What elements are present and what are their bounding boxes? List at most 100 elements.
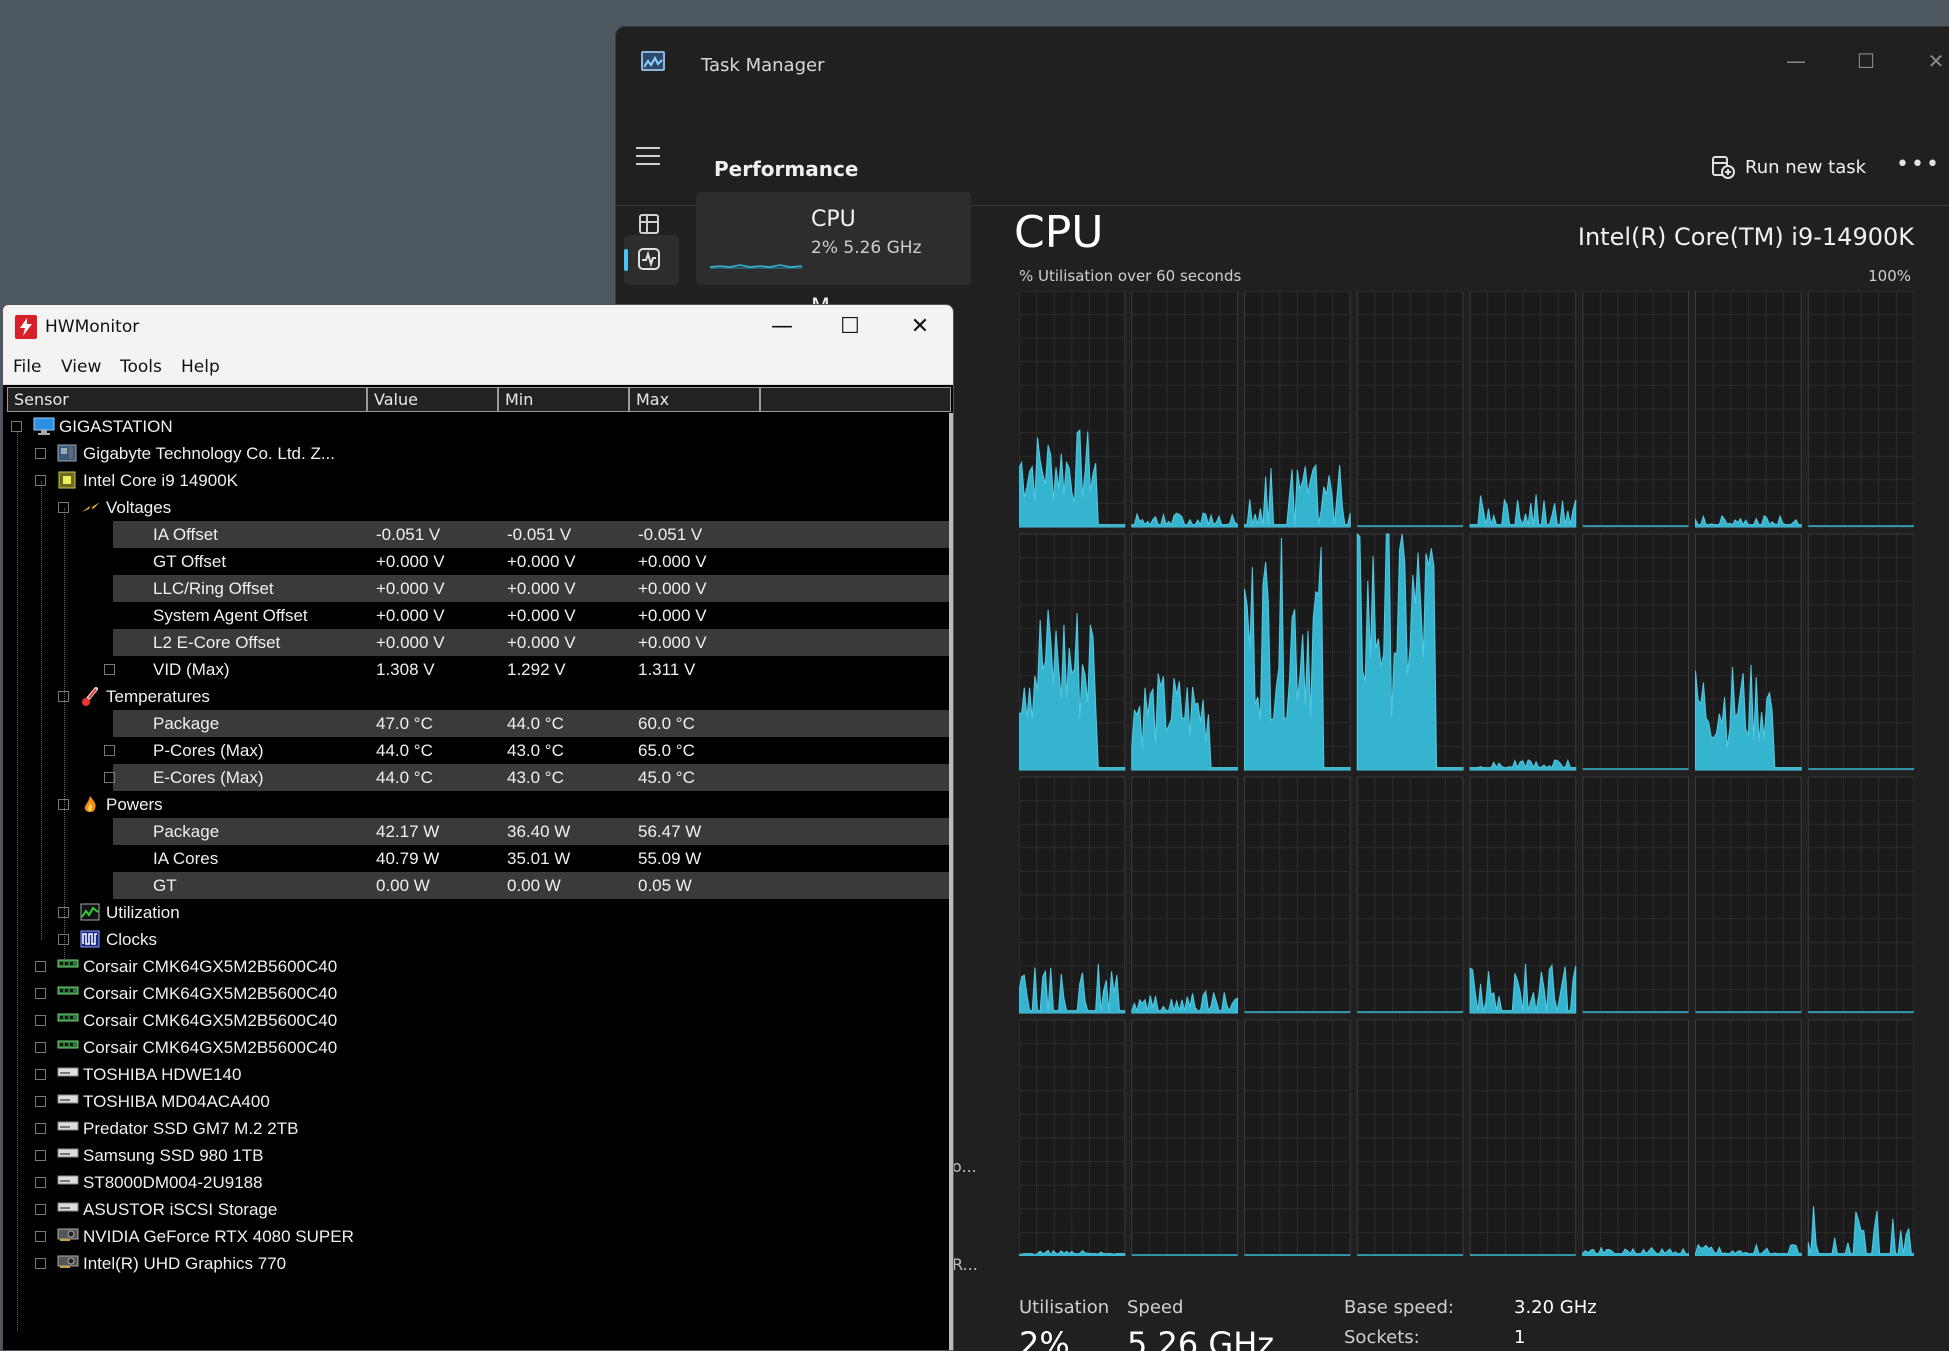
expand-toggle[interactable]: [35, 475, 46, 486]
expand-toggle[interactable]: [35, 1069, 46, 1080]
menu-tools[interactable]: Tools: [120, 357, 162, 377]
expand-toggle[interactable]: [58, 691, 69, 702]
tree-row[interactable]: Utilization: [3, 899, 953, 926]
clocks-icon: [80, 930, 100, 948]
run-new-task-button[interactable]: Run new task: [1711, 152, 1866, 182]
expand-toggle[interactable]: [58, 502, 69, 513]
hwmonitor-titlebar[interactable]: HWMonitor — ☐ ✕: [3, 305, 953, 349]
tree-row[interactable]: Temperatures: [3, 683, 953, 710]
sensor-label: ST8000DM004-2U9188: [83, 1173, 263, 1192]
hw-maximize-button[interactable]: ☐: [827, 309, 873, 345]
expand-toggle[interactable]: [35, 1042, 46, 1053]
tree-row[interactable]: GT 0.00 W 0.00 W 0.05 W: [113, 872, 953, 899]
column-min[interactable]: Min: [498, 387, 629, 412]
column-headers: Sensor Value Min Max: [7, 385, 953, 413]
tree-row[interactable]: VID (Max) 1.308 V 1.292 V 1.311 V: [3, 656, 953, 683]
column-value[interactable]: Value: [367, 387, 498, 412]
expand-toggle[interactable]: [35, 1015, 46, 1026]
expand-toggle[interactable]: [58, 799, 69, 810]
tree-row[interactable]: Corsair CMK64GX5M2B5600C40: [3, 953, 953, 980]
expand-toggle[interactable]: [35, 1123, 46, 1134]
sensor-label: LLC/Ring Offset: [153, 579, 274, 598]
sensor-max: 55.09 W: [638, 849, 702, 868]
processes-icon[interactable]: [638, 213, 662, 237]
column-max[interactable]: Max: [629, 387, 760, 412]
cpu-tile[interactable]: CPU 2% 5.26 GHz: [696, 192, 971, 285]
expand-toggle[interactable]: [58, 907, 69, 918]
tree-row[interactable]: Package 42.17 W 36.40 W 56.47 W: [113, 818, 953, 845]
tree-row[interactable]: ST8000DM004-2U9188: [3, 1169, 953, 1196]
expand-toggle[interactable]: [35, 988, 46, 999]
tree-row[interactable]: System Agent Offset +0.000 V +0.000 V +0.00…: [3, 602, 953, 629]
tree-row[interactable]: Intel(R) UHD Graphics 770: [3, 1250, 953, 1277]
expand-toggle[interactable]: [35, 961, 46, 972]
tree-row[interactable]: Corsair CMK64GX5M2B5600C40: [3, 980, 953, 1007]
tree-row[interactable]: E-Cores (Max) 44.0 °C 43.0 °C 45.0 °C: [104, 764, 953, 791]
base-speed-value: 3.20 GHz: [1514, 1297, 1597, 1318]
task-manager-titlebar[interactable]: Task Manager — ☐ ✕: [616, 27, 1949, 102]
cpu-tile-detail: 2% 5.26 GHz: [811, 238, 922, 258]
sensor-label: L2 E-Core Offset: [153, 633, 281, 652]
expand-toggle[interactable]: [104, 745, 115, 756]
menu-file[interactable]: File: [13, 357, 41, 377]
tree-row[interactable]: Package 47.0 °C 44.0 °C 60.0 °C: [113, 710, 953, 737]
tree-row[interactable]: IA Cores 40.79 W 35.01 W 55.09 W: [3, 845, 953, 872]
tree-row[interactable]: Powers: [3, 791, 953, 818]
tree-row[interactable]: ASUSTOR iSCSI Storage: [3, 1196, 953, 1223]
expand-toggle[interactable]: [35, 1150, 46, 1161]
tree-row[interactable]: Corsair CMK64GX5M2B5600C40: [3, 1007, 953, 1034]
tree-row[interactable]: LLC/Ring Offset +0.000 V +0.000 V +0.000 V: [113, 575, 953, 602]
tree-row[interactable]: Samsung SSD 980 1TB: [3, 1142, 953, 1169]
hamburger-menu-icon[interactable]: [636, 147, 660, 167]
menu-view[interactable]: View: [61, 357, 101, 377]
expand-toggle[interactable]: [35, 1258, 46, 1269]
tree-row[interactable]: Predator SSD GM7 M.2 2TB: [3, 1115, 953, 1142]
expand-toggle[interactable]: [35, 448, 46, 459]
sensor-label: IA Cores: [153, 849, 219, 868]
expand-toggle[interactable]: [35, 1231, 46, 1242]
expand-toggle[interactable]: [104, 664, 115, 675]
tree-row[interactable]: Gigabyte Technology Co. Ltd. Z...: [3, 440, 953, 467]
run-task-icon: [1712, 156, 1735, 179]
tree-row[interactable]: Voltages: [3, 494, 953, 521]
column-sensor[interactable]: Sensor: [7, 387, 367, 412]
menu-help[interactable]: Help: [181, 357, 220, 377]
tree-row[interactable]: GIGASTATION: [3, 413, 953, 440]
core-graph: [1695, 533, 1802, 771]
expand-toggle[interactable]: [58, 934, 69, 945]
sensor-tree[interactable]: GIGASTATION Gigabyte Technology Co. Ltd. …: [3, 413, 953, 1350]
tree-row[interactable]: L2 E-Core Offset +0.000 V +0.000 V +0.000 V: [113, 629, 953, 656]
tree-row[interactable]: TOSHIBA MD04ACA400: [3, 1088, 953, 1115]
ram-icon: [57, 984, 79, 1002]
performance-icon[interactable]: [638, 248, 662, 272]
expand-toggle[interactable]: [11, 421, 22, 432]
expand-toggle[interactable]: [104, 772, 115, 783]
minimize-button[interactable]: —: [1776, 45, 1816, 77]
tree-row[interactable]: NVIDIA GeForce RTX 4080 SUPER: [3, 1223, 953, 1250]
tree-row[interactable]: Corsair CMK64GX5M2B5600C40: [3, 1034, 953, 1061]
sensor-max: 56.47 W: [638, 822, 702, 841]
hw-close-button[interactable]: ✕: [897, 309, 943, 345]
ram-icon: [57, 1038, 79, 1056]
drive-icon: [57, 1092, 79, 1110]
hw-minimize-button[interactable]: —: [759, 309, 805, 345]
voltage-icon: [80, 498, 100, 516]
tree-row[interactable]: Intel Core i9 14900K: [3, 467, 953, 494]
tree-row[interactable]: TOSHIBA HDWE140: [3, 1061, 953, 1088]
more-options-icon[interactable]: •••: [1896, 152, 1941, 177]
expand-toggle[interactable]: [35, 1204, 46, 1215]
tree-row[interactable]: GT Offset +0.000 V +0.000 V +0.000 V: [3, 548, 953, 575]
core-graph: [1019, 1019, 1126, 1256]
tree-row[interactable]: P-Cores (Max) 44.0 °C 43.0 °C 65.0 °C: [3, 737, 953, 764]
tree-row[interactable]: Clocks: [3, 926, 953, 953]
tree-row[interactable]: IA Offset -0.051 V -0.051 V -0.051 V: [113, 521, 953, 548]
maximize-button[interactable]: ☐: [1846, 45, 1886, 77]
ram-icon: [57, 957, 79, 975]
sensor-min: 44.0 °C: [507, 714, 564, 733]
sensor-label: Voltages: [106, 498, 172, 517]
close-button[interactable]: ✕: [1916, 45, 1949, 77]
window-edge: [949, 413, 953, 1350]
utilization-icon: [80, 903, 100, 921]
expand-toggle[interactable]: [35, 1177, 46, 1188]
expand-toggle[interactable]: [35, 1096, 46, 1107]
